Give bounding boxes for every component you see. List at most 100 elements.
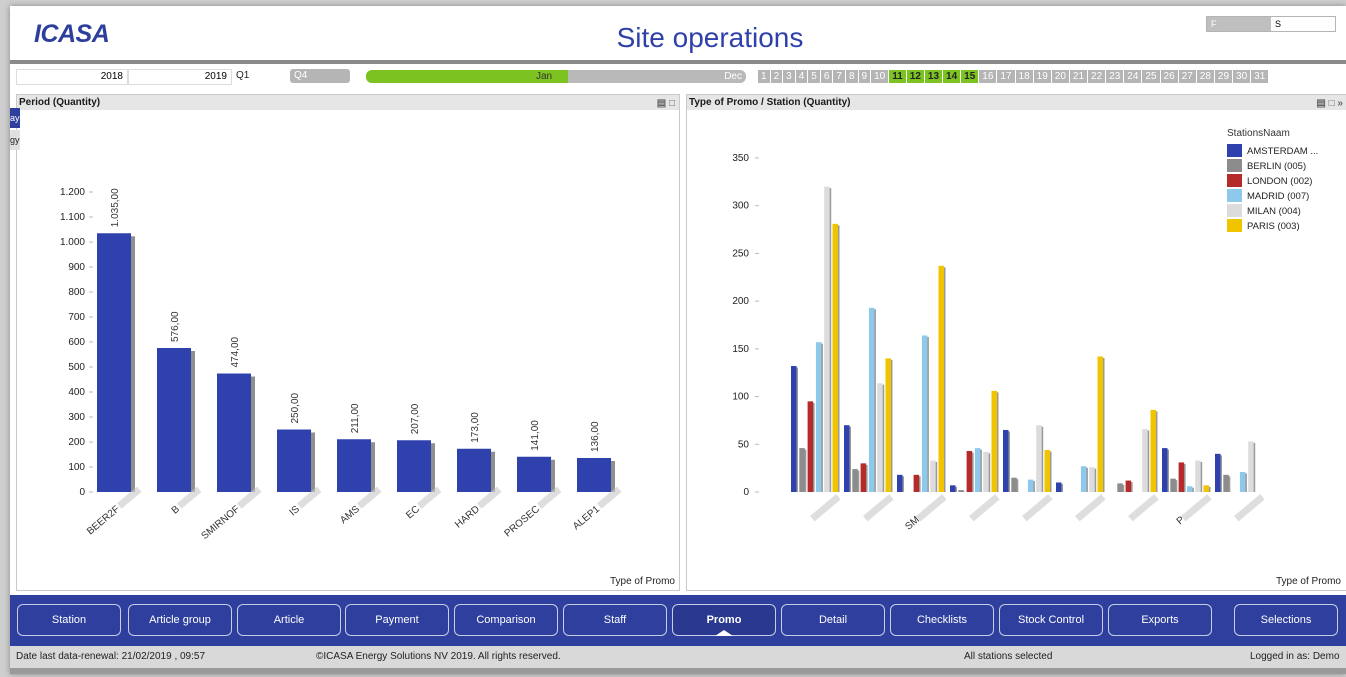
nav-promo-button[interactable]: Promo [672, 604, 776, 636]
day-2[interactable]: 2 [770, 70, 783, 83]
y-tick-label: 100 [732, 392, 749, 403]
bar [337, 439, 371, 492]
side-tab-2[interactable]: gy [10, 130, 20, 150]
day-16[interactable]: 16 [979, 70, 997, 83]
day-11[interactable]: 11 [889, 70, 906, 83]
day-30[interactable]: 30 [1233, 70, 1251, 83]
day-18[interactable]: 18 [1015, 70, 1033, 83]
day-1[interactable]: 1 [758, 70, 770, 83]
y-tick-label: 600 [68, 337, 85, 348]
bar [930, 460, 936, 492]
nav-comparison-button[interactable]: Comparison [454, 604, 558, 636]
legend-label: PARIS (003) [1247, 221, 1300, 232]
day-14[interactable]: 14 [943, 70, 961, 83]
nav-stock-control-button[interactable]: Stock Control [999, 604, 1103, 636]
bar [1003, 429, 1009, 492]
day-24[interactable]: 24 [1124, 70, 1142, 83]
bar [1215, 453, 1221, 492]
month-slider[interactable]: Jan Dec [366, 70, 746, 83]
nav-button-label: Staff [603, 614, 627, 626]
nav-button-label: Checklists [916, 614, 968, 626]
day-4[interactable]: 4 [795, 70, 808, 83]
nav-button-label: Selections [1260, 614, 1312, 626]
nav-button-label: Promo [706, 614, 742, 626]
day-6[interactable]: 6 [820, 70, 833, 83]
day-7[interactable]: 7 [833, 70, 845, 83]
bar [950, 485, 956, 492]
day-22[interactable]: 22 [1088, 70, 1106, 83]
bar [1150, 409, 1156, 492]
bar [157, 348, 191, 492]
blurred-label [1128, 494, 1159, 522]
day-13[interactable]: 13 [924, 70, 943, 83]
blurred-label [916, 494, 947, 522]
bar [577, 458, 611, 492]
y-tick-label: 500 [68, 362, 85, 373]
print-export-icons[interactable]: ▤ □ [657, 96, 675, 111]
day-28[interactable]: 28 [1196, 70, 1214, 83]
day-9[interactable]: 9 [858, 70, 871, 83]
nav-button-label: Exports [1141, 614, 1179, 626]
day-8[interactable]: 8 [845, 70, 858, 83]
bar [877, 383, 883, 492]
day-12[interactable]: 12 [906, 70, 924, 83]
nav-payment-button[interactable]: Payment [345, 604, 449, 636]
right-x-axis-title: Type of Promo [1275, 576, 1341, 587]
day-23[interactable]: 23 [1106, 70, 1124, 83]
legend-swatch [1227, 144, 1242, 157]
header-divider [10, 60, 1346, 64]
bar [991, 390, 997, 492]
day-31[interactable]: 31 [1251, 70, 1269, 83]
category-label: ALEP1 [571, 504, 602, 533]
nav-staff-button[interactable]: Staff [563, 604, 667, 636]
legend-label: LONDON (002) [1247, 176, 1312, 187]
print-export-icons-right[interactable]: ▤ □ » [1316, 96, 1343, 111]
bar [1044, 450, 1050, 492]
year-from[interactable]: 2018 [16, 69, 128, 85]
legend-label: BERLIN (005) [1247, 161, 1306, 172]
bar [517, 456, 551, 492]
category-label: EC [404, 504, 422, 521]
day-21[interactable]: 21 [1069, 70, 1088, 83]
quarter-to[interactable]: Q4 [290, 69, 350, 83]
day-19[interactable]: 19 [1033, 70, 1051, 83]
bar [832, 223, 838, 492]
search-field[interactable]: F S [1206, 16, 1336, 32]
year-to[interactable]: 2019 [128, 69, 232, 85]
day-27[interactable]: 27 [1178, 70, 1196, 83]
day-17[interactable]: 17 [997, 70, 1015, 83]
y-tick-label: 100 [68, 462, 85, 473]
nav-article-group-button[interactable]: Article group [128, 604, 232, 636]
bar [1036, 425, 1042, 492]
bar [852, 469, 858, 492]
y-tick-label: 700 [68, 312, 85, 323]
day-3[interactable]: 3 [783, 70, 795, 83]
bar [966, 450, 973, 492]
day-20[interactable]: 20 [1051, 70, 1069, 83]
nav-detail-button[interactable]: Detail [781, 604, 885, 636]
day-29[interactable]: 29 [1214, 70, 1233, 83]
blurred-label [1234, 494, 1265, 522]
status-bar: Date last data-renewal: 21/02/2019 , 09:… [10, 646, 1346, 668]
day-26[interactable]: 26 [1160, 70, 1178, 83]
bar [844, 425, 850, 492]
day-10[interactable]: 10 [871, 70, 889, 83]
nav-selections-button[interactable]: Selections [1234, 604, 1338, 636]
y-tick-label: 300 [732, 201, 749, 212]
blurred-label [1022, 494, 1053, 522]
nav-exports-button[interactable]: Exports [1108, 604, 1212, 636]
bar [921, 335, 928, 492]
bar [885, 358, 891, 492]
day-25[interactable]: 25 [1142, 70, 1160, 83]
side-tab-1[interactable]: ay [10, 108, 20, 128]
y-tick-label: 300 [68, 412, 85, 423]
day-15[interactable]: 15 [961, 70, 979, 83]
period-selector: 2018 2019 Q1 Q4 Jan Dec 1 2 3 4 5 6 7 8 9 10 11 12 1… [10, 68, 1346, 85]
bar [1178, 462, 1185, 492]
nav-station-button[interactable]: Station [17, 604, 121, 636]
y-tick-label: 1.000 [60, 237, 85, 248]
nav-checklists-button[interactable]: Checklists [890, 604, 994, 636]
nav-article-button[interactable]: Article [237, 604, 341, 636]
quarter-from[interactable]: Q1 [232, 69, 288, 83]
day-5[interactable]: 5 [808, 70, 820, 83]
